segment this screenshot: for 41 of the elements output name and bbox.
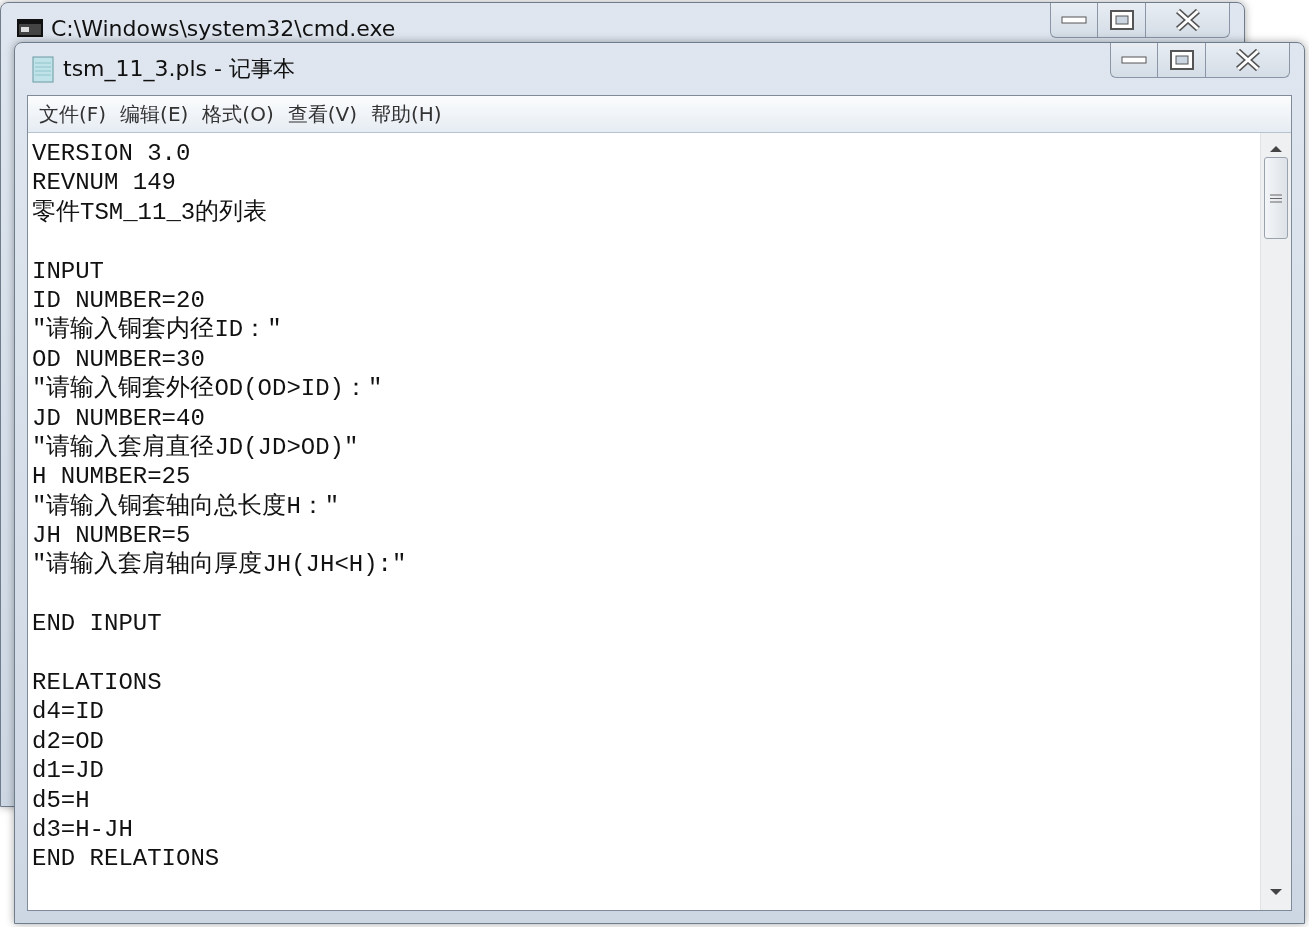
text-line: INPUT — [32, 256, 105, 286]
menu-item[interactable]: 查看(V) — [282, 98, 362, 130]
text-line: "请输入套肩直径JD(JD>OD)" — [32, 432, 360, 463]
text-line: d4=ID — [32, 697, 105, 727]
text-line: H NUMBER=25 — [32, 462, 192, 492]
text-line: d1=JD — [32, 756, 105, 786]
text-line: JH NUMBER=5 — [32, 521, 192, 551]
text-line: "请输入铜套轴向总长度H：" — [32, 491, 341, 522]
menu-item[interactable]: 编辑(E) — [115, 98, 194, 130]
text-line: END INPUT — [32, 609, 163, 639]
scroll-up-icon[interactable] — [1269, 145, 1283, 153]
menu-item[interactable]: 文件(F) — [34, 98, 112, 130]
text-line: VERSION 3.0 — [32, 139, 192, 169]
menu-item[interactable]: 帮助(H) — [366, 98, 447, 130]
text-line: d2=OD — [32, 726, 105, 757]
text-line: RELATIONS — [32, 668, 163, 698]
text-line: 零件TSM_11_3的列表 — [32, 197, 269, 228]
text-line: "请输入铜套外径OD(OD>ID)：" — [32, 374, 384, 404]
scrollbar-thumb[interactable] — [1264, 157, 1288, 239]
maximize-icon — [1169, 50, 1194, 70]
text-line: d5=H — [32, 785, 91, 815]
text-line: OD NUMBER=30 — [32, 344, 206, 375]
text-line: "请输入铜套内径ID：" — [32, 315, 283, 345]
maximize-icon — [1109, 10, 1134, 30]
text-line: REVNUM 149 — [32, 168, 178, 198]
close-icon — [1234, 49, 1261, 71]
grip-icon — [1270, 193, 1282, 203]
text-line: JD NUMBER=40 — [32, 403, 206, 433]
text-line: END RELATIONS — [32, 844, 221, 874]
minimize-icon — [1061, 16, 1087, 24]
minimize-icon — [1121, 56, 1147, 64]
text-line: d3=H-JH — [32, 815, 134, 845]
close-icon — [1174, 9, 1201, 31]
scroll-down-icon[interactable] — [1269, 888, 1283, 896]
window-title: C:\Windows\system32\cmd.exe — [51, 15, 396, 41]
menu-item[interactable]: 格式(O) — [197, 98, 279, 130]
console-icon — [17, 19, 43, 37]
text-line: "请输入套肩轴向厚度JH(JH<H):" — [32, 550, 408, 580]
notepad-icon — [31, 55, 55, 83]
window-title: tsm_11_3.pls - 记事本 — [63, 55, 295, 84]
text-line: ID NUMBER=20 — [32, 285, 206, 316]
